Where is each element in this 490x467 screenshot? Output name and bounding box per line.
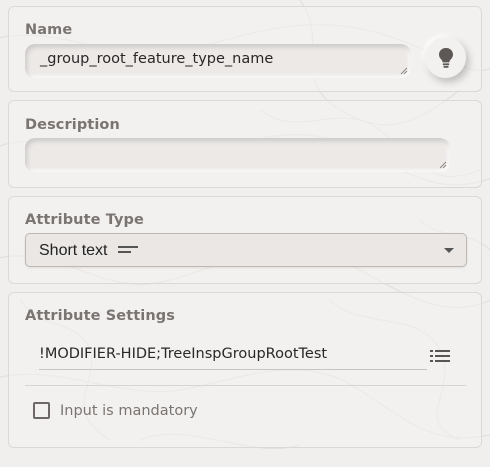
list-icon[interactable] [430,348,450,364]
name-field[interactable]: _group_root_feature_type_name [25,44,411,78]
caret-down-icon [444,248,454,253]
short-text-icon [117,246,138,253]
description-field[interactable] [25,138,450,172]
attribute-settings-panel: Attribute Settings !MODIFIER-HIDE;TreeIn… [8,292,482,448]
mandatory-checkbox[interactable] [33,402,50,419]
hint-button[interactable] [425,37,466,78]
attribute-settings-label: Attribute Settings [25,308,175,324]
attribute-settings-value: !MODIFIER-HIDE;TreeInspGroupRootTest [39,346,328,362]
name-field-value: _group_root_feature_type_name [40,51,274,67]
attribute-type-value: Short text [39,242,108,259]
attribute-type-select[interactable]: Short text [25,233,467,267]
name-label: Name [25,22,73,38]
divider [25,385,466,386]
mandatory-checkbox-label: Input is mandatory [60,403,198,419]
description-panel: Description [8,100,482,188]
resize-grip-icon[interactable] [439,161,447,169]
description-label: Description [25,117,120,133]
attribute-type-label: Attribute Type [25,212,144,228]
name-panel: Name _group_root_feature_type_name [8,6,482,92]
lightbulb-icon [438,47,453,68]
resize-grip-icon[interactable] [400,67,408,75]
attribute-settings-input[interactable]: !MODIFIER-HIDE;TreeInspGroupRootTest [39,346,427,370]
attribute-type-panel: Attribute Type Short text [8,196,482,284]
